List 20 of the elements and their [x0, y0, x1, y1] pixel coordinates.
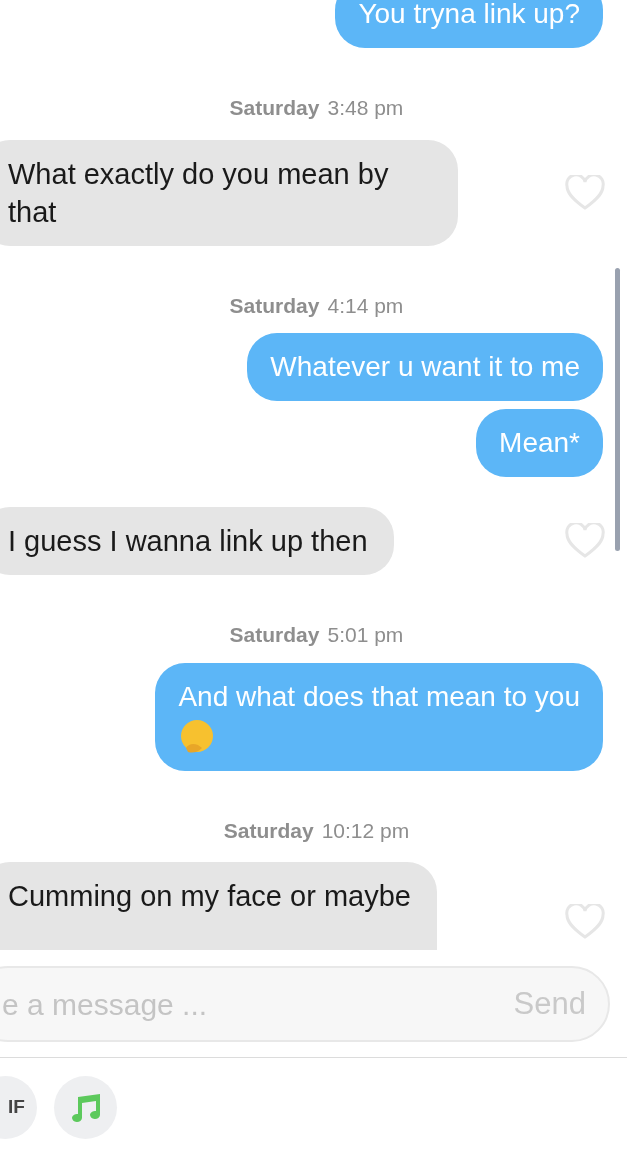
timestamp-time: 10:12 pm: [321, 817, 410, 844]
timestamp-day: Saturday: [229, 289, 320, 321]
timestamp-day: Saturday: [223, 814, 314, 846]
received-message-bubble: I guess I wanna link up then: [0, 507, 394, 575]
timestamp-time: 4:14 pm: [327, 292, 404, 319]
received-message-bubble: Cumming on my face or maybe: [0, 862, 437, 950]
received-message-bubble: What exactly do you mean by that: [0, 139, 458, 246]
sent-message-bubble: You tryna link up?: [335, 0, 603, 48]
gif-button[interactable]: IF: [0, 1076, 37, 1139]
timestamp-day: Saturday: [229, 92, 320, 124]
heart-icon[interactable]: [565, 174, 605, 211]
sent-message-bubble: Mean*: [476, 409, 603, 477]
timestamp-time: 3:48 pm: [327, 95, 404, 121]
heart-icon[interactable]: [565, 904, 605, 940]
music-note-icon: [69, 1092, 102, 1123]
heart-icon[interactable]: [565, 523, 605, 559]
sent-message-bubble: And what does that mean to you: [155, 662, 603, 771]
sent-message-bubble: Whatever u want it to me: [247, 333, 603, 401]
timestamp-day: Saturday: [229, 619, 320, 651]
timestamp-time: 5:01 pm: [327, 622, 404, 648]
